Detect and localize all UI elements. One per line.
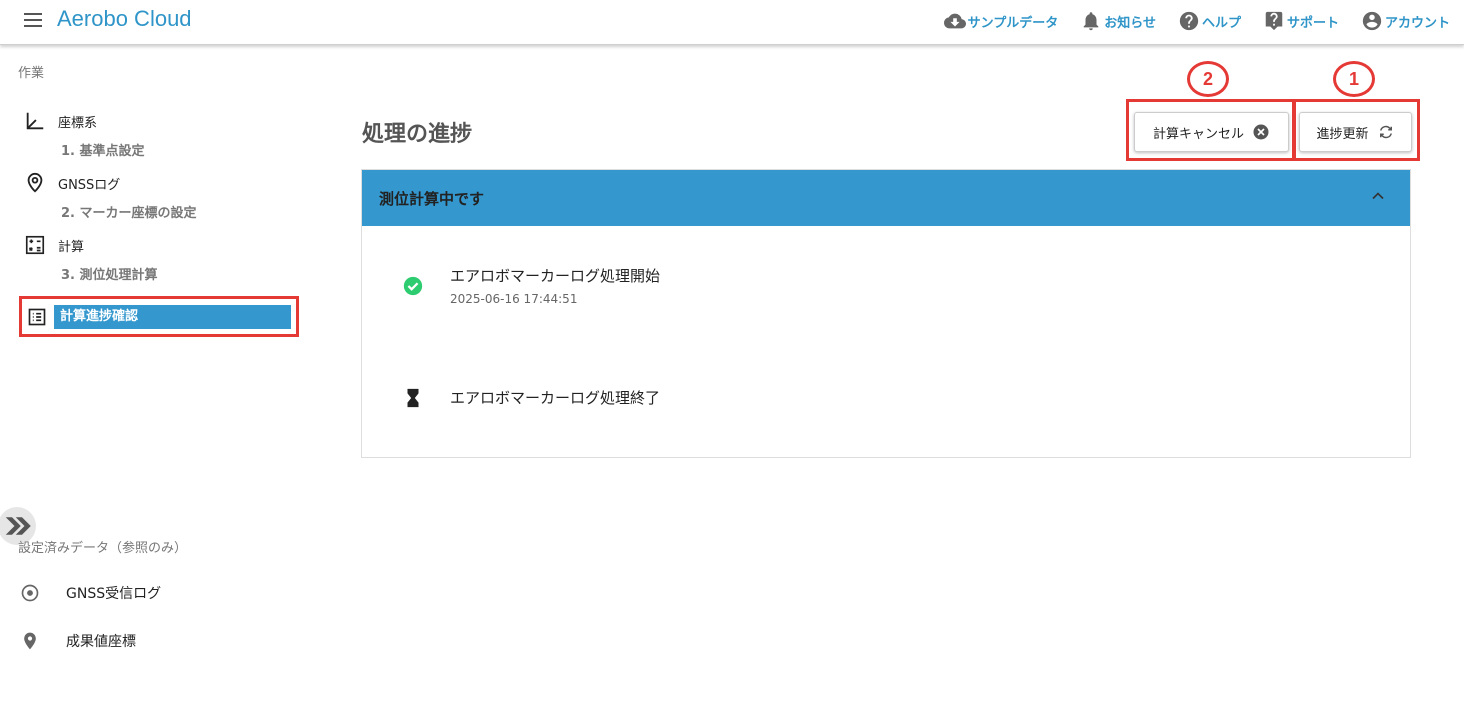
refresh-icon bbox=[1379, 125, 1392, 139]
nav-account[interactable]: アカウント bbox=[1361, 10, 1450, 32]
location-icon bbox=[27, 172, 43, 193]
step-time: 2025-06-16 17:44:51 bbox=[450, 292, 578, 306]
progress-step: エアロボマーカーログ処理開始 2025-06-16 17:44:51 bbox=[402, 265, 660, 306]
support-icon bbox=[1265, 11, 1283, 31]
panel-title: 測位計算中です bbox=[379, 189, 485, 208]
sidebar-item-label: 座標系 bbox=[58, 115, 98, 131]
nav-label: ヘルプ bbox=[1201, 15, 1241, 31]
bell-icon bbox=[1083, 12, 1099, 31]
close-circle-icon bbox=[1253, 124, 1269, 140]
progress-panel: 測位計算中です エアロボマーカーログ処理開始 2025-06-16 17:44:… bbox=[361, 169, 1411, 458]
cancel-calculation-button[interactable]: 計算キャンセル bbox=[1134, 112, 1289, 152]
annotation-marker-1: 1 bbox=[1333, 61, 1375, 97]
step-text: エアロボマーカーログ処理開始 2025-06-16 17:44:51 bbox=[450, 265, 660, 306]
help-circle-icon bbox=[1179, 11, 1199, 31]
progress-step: エアロボマーカーログ処理終了 bbox=[402, 387, 660, 409]
nav-label: アカウント bbox=[1384, 15, 1450, 31]
sidebar-item-label: GNSSログ bbox=[58, 177, 121, 193]
reference-section-label: 設定済みデータ（参照のみ） bbox=[18, 541, 188, 556]
refresh-progress-button[interactable]: 進捗更新 bbox=[1299, 112, 1412, 152]
menu-icon[interactable] bbox=[24, 13, 42, 31]
hourglass-icon bbox=[407, 388, 419, 408]
step-title: エアロボマーカーログ処理終了 bbox=[450, 389, 661, 407]
reference-item-result-coordinates[interactable]: 成果値座標 bbox=[20, 631, 136, 651]
nav-support[interactable]: サポート bbox=[1263, 10, 1339, 32]
account-icon bbox=[1362, 11, 1382, 31]
nav-notifications[interactable]: お知らせ bbox=[1080, 10, 1156, 32]
page-title: 処理の進捗 bbox=[362, 122, 473, 147]
work-section-label: 作業 bbox=[18, 66, 45, 81]
sidebar-item-coordinate-system[interactable]: 座標系 bbox=[24, 110, 97, 132]
app-bar: Aerobo Cloud サンプルデータ お知らせ ヘルプ サポート アカウント bbox=[0, 0, 1464, 45]
check-circle-icon bbox=[403, 276, 423, 296]
chevron-up-icon[interactable] bbox=[1368, 186, 1388, 206]
top-nav: サンプルデータ お知らせ ヘルプ サポート アカウント bbox=[943, 10, 1450, 32]
reference-item-label: 成果値座標 bbox=[66, 634, 136, 650]
sidebar-item-gnss-log[interactable]: GNSSログ bbox=[24, 172, 120, 194]
refresh-button-label: 進捗更新 bbox=[1316, 126, 1369, 142]
step-text: エアロボマーカーログ処理終了 bbox=[450, 387, 660, 409]
map-pin-icon bbox=[24, 632, 36, 650]
sidebar-item-label: 計算 bbox=[58, 239, 85, 255]
nav-label: サポート bbox=[1286, 15, 1339, 31]
nav-sample-data[interactable]: サンプルデータ bbox=[943, 10, 1059, 32]
annotation-marker-2: 2 bbox=[1187, 61, 1229, 97]
reference-item-gnss-receive-log[interactable]: GNSS受信ログ bbox=[20, 583, 161, 603]
sidebar-item-sub[interactable]: 1. 基準点設定 bbox=[61, 140, 145, 159]
axis-icon bbox=[26, 112, 44, 130]
highlight-box bbox=[19, 296, 299, 337]
calculator-icon bbox=[25, 235, 45, 255]
sidebar-item-sub[interactable]: 3. 測位処理計算 bbox=[61, 264, 158, 283]
step-title: エアロボマーカーログ処理開始 bbox=[450, 267, 661, 285]
sidebar-item-sub[interactable]: 2. マーカー座標の設定 bbox=[61, 202, 197, 221]
nav-help[interactable]: ヘルプ bbox=[1178, 10, 1241, 32]
panel-header[interactable]: 測位計算中です bbox=[362, 170, 1410, 226]
nav-label: サンプルデータ bbox=[967, 15, 1059, 31]
reference-item-label: GNSS受信ログ bbox=[66, 586, 162, 602]
cloud-download-icon bbox=[943, 13, 966, 29]
sidebar-item-calculation[interactable]: 計算 bbox=[24, 234, 84, 256]
sidebar: 作業 座標系 1. 基準点設定 GNSSログ 2. マーカー座標の設定 計算 3… bbox=[0, 46, 330, 702]
radio-target-icon bbox=[21, 584, 39, 602]
cancel-button-label: 計算キャンセル bbox=[1152, 126, 1244, 142]
nav-label: お知らせ bbox=[1104, 15, 1156, 31]
app-title[interactable]: Aerobo Cloud bbox=[57, 6, 192, 32]
